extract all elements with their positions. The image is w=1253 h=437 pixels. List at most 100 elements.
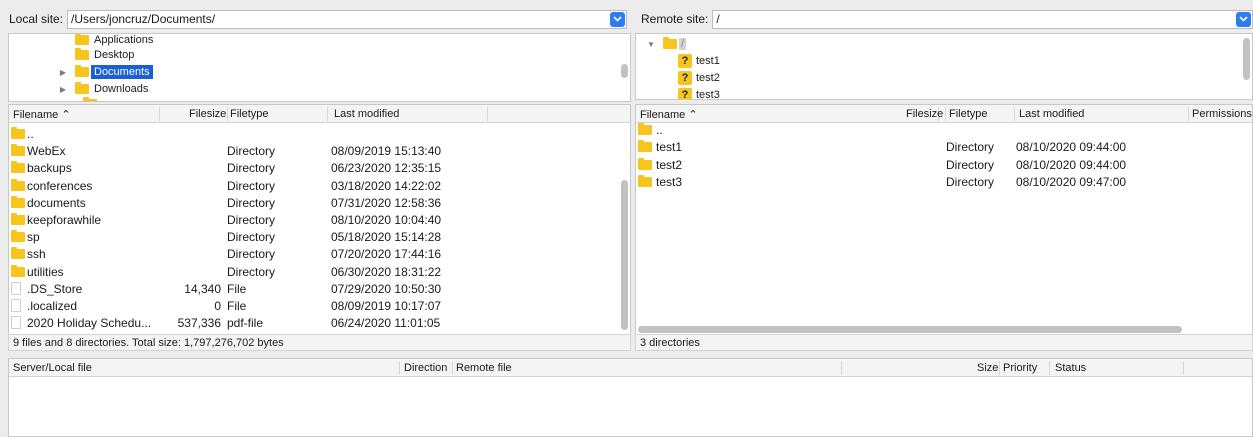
filesize-cell: 0 [214,299,221,313]
filetype-cell: Directory [227,213,276,227]
filename-cell: 2020 Holiday Schedu... [27,316,152,331]
filename-cell: test3 [656,175,683,190]
tree-item-desktop[interactable]: Desktop [75,47,134,63]
table-row[interactable]: .DS_Store 14,340 File 07/29/2020 10:50:30 [9,280,630,297]
table-row[interactable]: .. [636,121,1252,138]
local-directory-tree[interactable]: Applications Desktop ▶ Documents ▶ Downl… [8,33,631,102]
tree-item-label: Applications [94,34,154,46]
remote-list-hscrollbar[interactable] [638,326,1182,333]
tree-item-test1[interactable]: ? test1 [678,53,720,69]
column-last-modified[interactable]: Last modified [1019,108,1084,120]
table-row[interactable]: utilities Directory 06/30/2020 18:31:22 [9,263,630,280]
local-file-list[interactable]: Filename ⌃ Filesize Filetype Last modifi… [8,104,631,336]
unknown-folder-icon: ? [678,88,692,99]
folder-icon [663,37,677,49]
tree-item-test2[interactable]: ? test2 [678,70,720,86]
local-tree-scrollbar[interactable] [621,64,628,78]
filetype-cell: File [227,299,247,313]
remote-tree-scrollbar[interactable] [1243,38,1250,80]
filetype-cell: Directory [946,157,995,172]
column-filetype[interactable]: Filetype [949,108,988,120]
column-filename[interactable]: Filename ⌃ [640,108,698,121]
remote-site-path-input[interactable]: / [712,9,1253,29]
expand-triangle-icon[interactable]: ▶ [58,67,68,77]
tree-item-documents[interactable]: ▶ Documents [58,64,153,80]
remote-site-bar: Remote site: / [632,8,1253,30]
table-row[interactable]: ssh Directory 07/20/2020 17:44:16 [9,245,630,262]
table-row[interactable]: backups Directory 06/23/2020 12:35:15 [9,159,630,176]
remote-site-label: Remote site: [641,12,709,26]
local-site-path-input[interactable]: /Users/joncruz/Documents/ [67,9,627,29]
folder-icon [75,65,89,77]
table-row[interactable]: conferences Directory 03/18/2020 14:22:02 [9,177,630,194]
folder-icon [638,123,652,135]
filetype-cell: File [227,281,247,296]
remote-site-path: / [716,12,720,26]
filesize-cell: 14,340 [184,281,221,296]
table-row[interactable]: test1 Directory 08/10/2020 09:44:00 [636,138,1252,155]
tree-item-label: test3 [696,89,720,100]
file-icon [11,299,21,312]
column-direction[interactable]: Direction [404,362,447,374]
table-row[interactable]: documents Directory 07/31/2020 12:58:36 [9,194,630,211]
modified-cell: 08/10/2020 09:44:00 [1016,140,1127,155]
column-priority[interactable]: Priority [1003,362,1037,374]
table-row[interactable]: WebEx Directory 08/09/2019 15:13:40 [9,142,630,159]
tree-item-label: Downloads [94,83,149,95]
local-status-bar: 9 files and 8 directories. Total size: 1… [8,334,631,351]
local-site-dropdown-button[interactable] [610,11,625,27]
unknown-folder-icon: ? [678,71,692,85]
table-row[interactable]: test2 Directory 08/10/2020 09:44:00 [636,156,1252,173]
column-filesize[interactable]: Filesize [906,108,943,120]
folder-icon [11,127,25,139]
unknown-folder-icon: ? [678,54,692,68]
column-permissions[interactable]: Permissions [1192,108,1252,120]
column-server-local-file[interactable]: Server/Local file [13,362,92,374]
column-remote-file[interactable]: Remote file [456,362,512,374]
local-site-path: /Users/joncruz/Documents/ [71,12,216,26]
collapse-triangle-icon[interactable]: ▼ [646,39,656,49]
tree-item-root[interactable]: ▼ / [646,36,687,52]
filetype-cell: Directory [946,140,995,155]
table-row[interactable]: .localized 0 File 08/09/2019 10:17:07 [9,297,630,314]
filename-cell: .localized [27,299,78,313]
filename-cell: .. [656,123,663,137]
filetype-cell: Directory [227,230,276,245]
remote-status-text: 3 directories [640,336,700,349]
remote-directory-tree[interactable]: ▼ / ? test1 ? test2 ? test3 [635,33,1253,100]
folder-icon [75,34,89,45]
modified-cell: 06/30/2020 18:31:22 [331,264,442,279]
filename-cell: sp [27,230,40,245]
remote-file-list[interactable]: Filename ⌃ Filesize Filetype Last modifi… [635,104,1253,336]
modified-cell: 05/18/2020 15:14:28 [331,230,442,245]
local-list-scrollbar[interactable] [621,180,628,330]
modified-cell: 08/10/2020 10:04:40 [331,213,442,227]
column-last-modified[interactable]: Last modified [334,108,399,120]
folder-icon [638,157,652,170]
filename-cell: .DS_Store [27,281,83,296]
filename-cell: test2 [656,157,683,172]
table-row[interactable]: test3 Directory 08/10/2020 09:47:00 [636,173,1252,190]
remote-site-dropdown-button[interactable] [1236,11,1251,27]
table-row[interactable]: 2020 Holiday Schedu... 537,336 pdf-file 06/… [9,314,630,331]
tree-item-label: test1 [696,55,720,67]
column-status[interactable]: Status [1055,362,1086,374]
column-filename[interactable]: Filename ⌃ [13,108,71,121]
sort-ascending-icon: ⌃ [61,109,71,121]
filetype-cell: Directory [227,161,276,176]
column-filesize[interactable]: Filesize [189,108,226,120]
filetype-cell: Directory [227,264,276,279]
table-row[interactable]: keepforawhile Directory 08/10/2020 10:04:4… [9,211,630,228]
tree-item-applications[interactable]: Applications [75,34,154,48]
modified-cell: 03/18/2020 14:22:02 [331,178,442,193]
column-filetype[interactable]: Filetype [230,108,269,120]
tree-item-downloads[interactable]: ▶ Downloads [58,81,148,97]
expand-triangle-icon[interactable]: ▶ [58,84,68,94]
table-row[interactable]: .. [9,125,630,142]
transfer-queue[interactable]: Server/Local file Direction Remote file … [8,358,1253,437]
tree-item-test3[interactable]: ? test3 [678,87,720,100]
table-row[interactable]: sp Directory 05/18/2020 15:14:28 [9,228,630,245]
column-size[interactable]: Size [977,362,998,374]
folder-icon [83,97,97,101]
filename-cell: ssh [27,247,46,262]
